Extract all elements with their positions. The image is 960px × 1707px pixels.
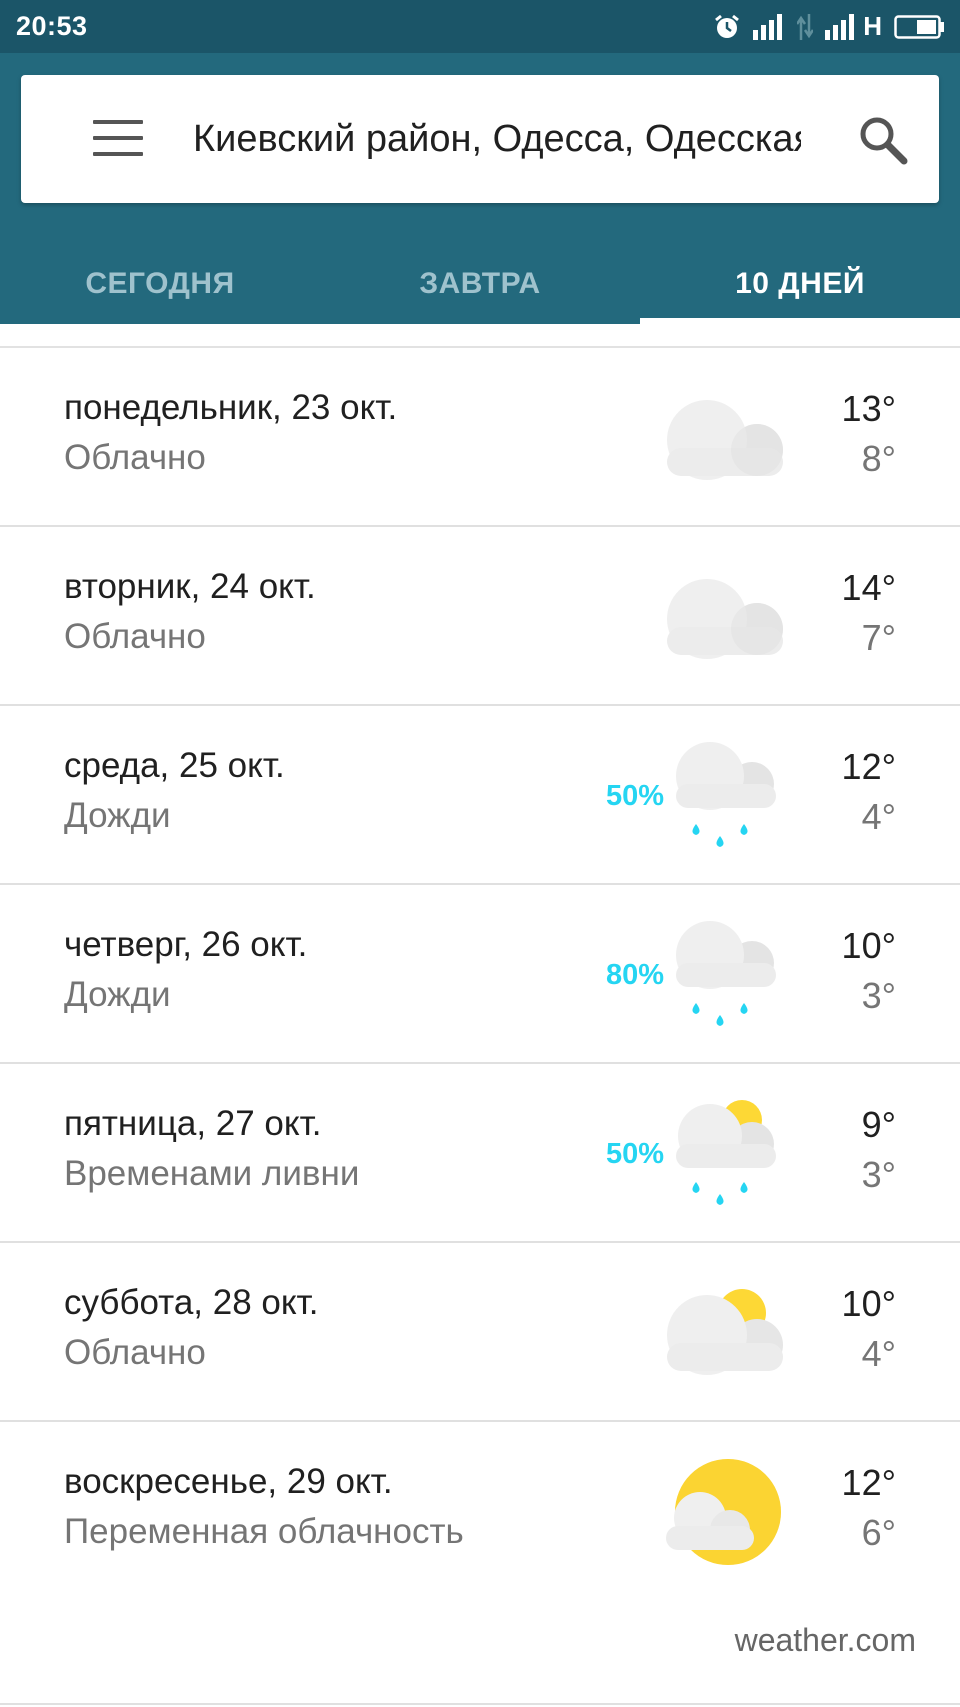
low-temp: 4° [861, 796, 896, 837]
day-date: пятница, 27 окт. [64, 1104, 322, 1143]
cloud-sun-icon [660, 1273, 790, 1393]
signal-icon [753, 13, 785, 40]
precip-chance: 80% [605, 959, 664, 991]
day-condition: Облачно [64, 438, 206, 477]
day-condition: Облачно [64, 1333, 206, 1372]
high-temp: 14° [841, 567, 896, 608]
day-date: среда, 25 окт. [64, 746, 285, 785]
day-condition: Дожди [64, 975, 171, 1014]
signal-icon [825, 13, 857, 40]
high-temp: 10° [841, 1283, 896, 1324]
precip-chance: 50% [605, 780, 664, 812]
low-temp: 7° [861, 617, 896, 658]
tabs: СЕГОДНЯ ЗАВТРА 10 ДНЕЙ [0, 243, 960, 324]
tab-10-days[interactable]: 10 ДНЕЙ [640, 243, 960, 324]
rain-icon [660, 736, 790, 856]
day-row[interactable]: пятница, 27 окт. Временами ливни 50% 9° … [0, 1064, 960, 1243]
tab-today[interactable]: СЕГОДНЯ [0, 243, 320, 324]
day-date: вторник, 24 окт. [64, 567, 316, 606]
daily-forecast-list: понедельник, 23 окт. Облачно 13° 8° втор… [0, 346, 960, 1592]
battery-icon [894, 14, 946, 40]
day-row[interactable]: суббота, 28 окт. Облачно 10° 4° [0, 1243, 960, 1422]
day-condition: Переменная облачность [64, 1512, 464, 1551]
day-date: четверг, 26 окт. [64, 925, 308, 964]
cloudy-icon [660, 557, 790, 677]
menu-icon[interactable] [93, 120, 143, 158]
alarm-icon [713, 13, 741, 41]
low-temp: 3° [861, 975, 896, 1016]
low-temp: 4° [861, 1333, 896, 1374]
day-date: понедельник, 23 окт. [64, 388, 398, 427]
location-field[interactable]: Киевский район, Одесса, Одесская область [193, 113, 801, 165]
low-temp: 8° [861, 438, 896, 479]
sun-rain-icon [660, 1094, 790, 1214]
precip-chance: 50% [605, 1138, 664, 1170]
day-row[interactable]: четверг, 26 окт. Дожди 80% 10° 3° [0, 885, 960, 1064]
status-icons: H [713, 11, 946, 42]
rain-icon [660, 915, 790, 1035]
app-header: Киевский район, Одесса, Одесская область… [0, 53, 960, 324]
high-temp: 12° [841, 1462, 896, 1503]
day-row[interactable]: среда, 25 окт. Дожди 50% 12° 4° [0, 706, 960, 885]
search-icon[interactable] [857, 115, 911, 165]
day-condition: Временами ливни [64, 1154, 360, 1193]
cloudy-icon [660, 378, 790, 498]
low-temp: 6° [861, 1512, 896, 1553]
day-condition: Облачно [64, 617, 206, 656]
status-time: 20:53 [16, 11, 88, 41]
search-card[interactable]: Киевский район, Одесса, Одесская область [21, 75, 939, 203]
high-temp: 12° [841, 746, 896, 787]
low-temp: 3° [861, 1154, 896, 1195]
day-row[interactable]: вторник, 24 окт. Облачно 14° 7° [0, 527, 960, 706]
tab-tomorrow[interactable]: ЗАВТРА [320, 243, 640, 324]
day-date: суббота, 28 окт. [64, 1283, 319, 1322]
divider [0, 1703, 960, 1705]
day-condition: Дожди [64, 796, 171, 835]
day-date: воскресенье, 29 окт. [64, 1462, 393, 1501]
high-temp: 10° [841, 925, 896, 966]
partly-cloudy-icon [660, 1452, 790, 1572]
status-bar: 20:53 H [0, 0, 960, 53]
attribution-link[interactable]: weather.com [735, 1622, 916, 1659]
day-row[interactable]: воскресенье, 29 окт. Переменная облачнос… [0, 1422, 960, 1592]
network-type-label: H [863, 11, 882, 41]
high-temp: 9° [861, 1104, 896, 1145]
high-temp: 13° [841, 388, 896, 429]
day-row[interactable]: понедельник, 23 окт. Облачно 13° 8° [0, 348, 960, 527]
data-transfer-icon [797, 13, 814, 40]
